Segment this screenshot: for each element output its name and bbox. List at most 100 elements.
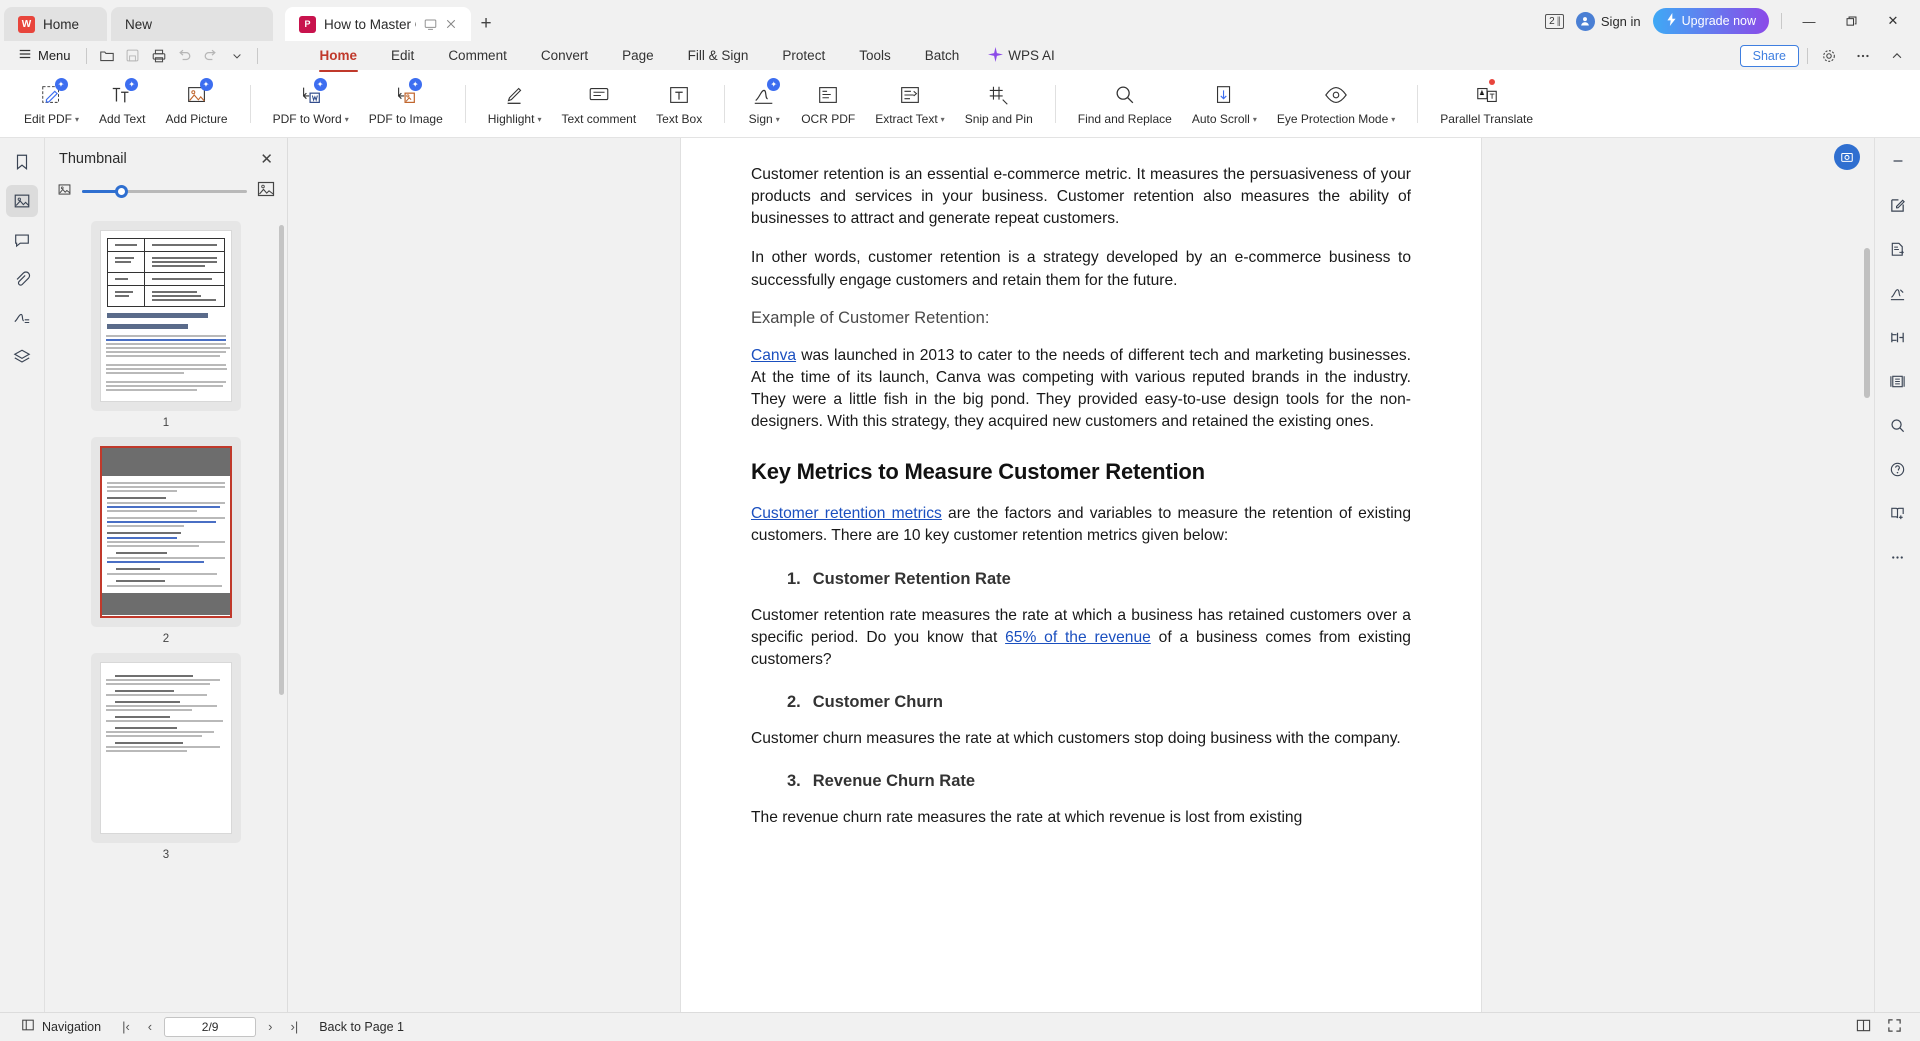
- close-icon[interactable]: ✕: [260, 150, 273, 168]
- ocr-pdf-button[interactable]: OCR PDF: [791, 70, 865, 137]
- chevron-down-icon[interactable]: ▾: [776, 115, 780, 124]
- tab-convert[interactable]: Convert: [524, 44, 605, 67]
- fullscreen-icon[interactable]: [1887, 1018, 1902, 1036]
- undo-icon[interactable]: [172, 45, 198, 67]
- thumbnail-item-selected[interactable]: 2: [45, 437, 287, 647]
- document-viewer[interactable]: Customer retention is an essential e-com…: [288, 138, 1874, 1012]
- add-picture-button[interactable]: ✦ Add Picture: [156, 70, 238, 137]
- more-horizontal-icon[interactable]: [1850, 45, 1876, 67]
- text-comment-button[interactable]: Text comment: [551, 70, 646, 137]
- signature-icon[interactable]: [6, 302, 38, 334]
- help-icon[interactable]: [1883, 456, 1913, 482]
- thumbnail-card[interactable]: [91, 221, 241, 411]
- wps-ai-button[interactable]: WPS AI: [976, 43, 1067, 69]
- tab-new[interactable]: New: [111, 7, 273, 41]
- last-page-button[interactable]: ›|: [284, 1019, 304, 1034]
- screenshot-icon[interactable]: [1834, 144, 1860, 170]
- next-page-button[interactable]: ›: [262, 1019, 278, 1034]
- scroll-mode-icon[interactable]: [1883, 368, 1913, 394]
- thumbnail-card[interactable]: [91, 653, 241, 843]
- chevron-down-icon[interactable]: ▾: [1253, 115, 1257, 124]
- find-and-replace-button[interactable]: Find and Replace: [1068, 70, 1182, 137]
- add-text-button[interactable]: ✦ Add Text: [89, 70, 155, 137]
- tab-protect[interactable]: Protect: [765, 44, 842, 67]
- tab-edit[interactable]: Edit: [374, 44, 431, 67]
- pdf-to-word-button[interactable]: ✦ PDF to Word ▾: [263, 70, 359, 137]
- parallel-translate-button[interactable]: Parallel Translate: [1430, 70, 1543, 137]
- bookmark-icon[interactable]: [6, 146, 38, 178]
- snip-and-pin-button[interactable]: Snip and Pin: [955, 70, 1043, 137]
- tab-monitor-icon[interactable]: [424, 18, 437, 31]
- document-count-badge[interactable]: 2 ||: [1545, 13, 1564, 29]
- thumbnail-size-slider[interactable]: [82, 184, 247, 198]
- thumbnail-card[interactable]: [91, 437, 241, 627]
- chevron-up-icon[interactable]: [1884, 45, 1910, 67]
- tab-home-ribbon[interactable]: Home: [303, 44, 375, 72]
- share-button[interactable]: Share: [1739, 44, 1799, 67]
- first-page-button[interactable]: |‹: [116, 1019, 136, 1034]
- text-box-button[interactable]: Text Box: [646, 70, 712, 137]
- more-options-icon[interactable]: [1883, 544, 1913, 570]
- navigation-button[interactable]: Navigation: [12, 1016, 110, 1038]
- tab-tools[interactable]: Tools: [842, 44, 908, 67]
- new-tab-button[interactable]: +: [471, 7, 501, 41]
- upgrade-now-button[interactable]: Upgrade now: [1652, 8, 1769, 34]
- tab-home[interactable]: W Home: [4, 7, 107, 41]
- chevron-down-icon[interactable]: ▾: [941, 115, 945, 124]
- sign-in-button[interactable]: Sign in: [1575, 11, 1641, 31]
- page-view-icon[interactable]: [1856, 1018, 1871, 1036]
- page-number-input[interactable]: 2/9: [164, 1016, 257, 1037]
- small-image-icon[interactable]: [57, 182, 72, 202]
- customer-retention-metrics-link[interactable]: Customer retention metrics: [751, 505, 942, 522]
- save-icon[interactable]: [120, 45, 146, 67]
- tab-document[interactable]: P How to Master Customer Rete: [285, 7, 471, 41]
- search-icon[interactable]: [1883, 412, 1913, 438]
- extract-text-button[interactable]: Extract Text ▾: [865, 70, 954, 137]
- print-icon[interactable]: [146, 45, 172, 67]
- tab-page[interactable]: Page: [605, 44, 671, 67]
- thumbnail-item[interactable]: 1: [45, 221, 287, 431]
- revenue-stat-link[interactable]: 65% of the revenue: [1005, 629, 1151, 646]
- back-to-page-button[interactable]: Back to Page 1: [310, 1016, 413, 1038]
- canva-link[interactable]: Canva: [751, 347, 796, 364]
- edit-pdf-button[interactable]: ✦ Edit PDF ▾: [14, 70, 89, 137]
- auto-scroll-button[interactable]: Auto Scroll ▾: [1182, 70, 1267, 137]
- tab-close-icon[interactable]: [445, 18, 457, 30]
- eye-protection-mode-button[interactable]: Eye Protection Mode ▾: [1267, 70, 1405, 137]
- chevron-down-icon[interactable]: ▾: [1391, 115, 1395, 124]
- thumbnail-icon[interactable]: [6, 185, 38, 217]
- comment-icon[interactable]: [6, 224, 38, 256]
- page-layout-icon[interactable]: [1883, 324, 1913, 350]
- tab-batch[interactable]: Batch: [908, 44, 977, 67]
- layers-icon[interactable]: [6, 341, 38, 373]
- thumbnail-item[interactable]: 3: [45, 653, 287, 863]
- maximize-button[interactable]: [1836, 8, 1866, 34]
- customize-caret-icon[interactable]: [224, 45, 250, 67]
- previous-page-button[interactable]: ‹: [142, 1019, 158, 1034]
- close-window-button[interactable]: ✕: [1878, 8, 1908, 34]
- thumbnail-scrollbar[interactable]: [279, 225, 284, 695]
- export-document-icon[interactable]: [1883, 236, 1913, 262]
- slider-handle[interactable]: [115, 184, 128, 198]
- main-menu-button[interactable]: Menu: [10, 44, 79, 67]
- thumbnail-list[interactable]: 1 2 3: [45, 215, 287, 1012]
- large-image-icon[interactable]: [257, 180, 275, 203]
- highlight-button[interactable]: Highlight ▾: [478, 70, 552, 137]
- gear-icon[interactable]: [1816, 45, 1842, 67]
- signature-pen-icon[interactable]: [1883, 280, 1913, 306]
- pdf-to-image-button[interactable]: ✦ PDF to Image: [359, 70, 453, 137]
- redo-icon[interactable]: [198, 45, 224, 67]
- tab-comment[interactable]: Comment: [431, 44, 524, 67]
- minimize-button[interactable]: —: [1794, 8, 1824, 34]
- read-mode-icon[interactable]: [1883, 500, 1913, 526]
- attachment-icon[interactable]: [6, 263, 38, 295]
- open-icon[interactable]: [94, 45, 120, 67]
- tab-fill-and-sign[interactable]: Fill & Sign: [671, 44, 766, 67]
- document-scrollbar[interactable]: [1864, 248, 1870, 398]
- chevron-down-icon[interactable]: ▾: [345, 115, 349, 124]
- sign-button[interactable]: ✦ Sign ▾: [737, 70, 791, 137]
- chevron-down-icon[interactable]: ▾: [75, 115, 79, 124]
- collapse-dash-icon[interactable]: [1883, 148, 1913, 174]
- chevron-down-icon[interactable]: ▾: [537, 115, 541, 124]
- edit-square-icon[interactable]: [1883, 192, 1913, 218]
